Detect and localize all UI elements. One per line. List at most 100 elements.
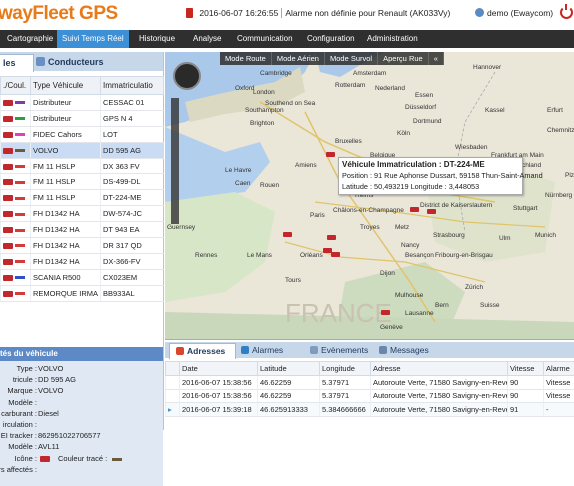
table-row[interactable]: REMORQUE IRMABB933AL (1, 285, 164, 301)
vehicle-info-popup[interactable]: Véhicule Immatriculation : DT-224-ME Pos… (338, 157, 523, 195)
tab-messages[interactable]: Messages (379, 343, 429, 358)
tab-alarms[interactable]: Alarmes (241, 343, 283, 358)
addresses-icon (176, 347, 184, 355)
table-row[interactable]: FH D1342 HADX-366-FV (1, 253, 164, 269)
zoom-slider[interactable] (171, 98, 179, 224)
map-place-label: Zürich (465, 284, 483, 291)
map-place-label: Nürnberg (545, 192, 572, 199)
vehicle-properties-header[interactable]: tés du véhicule (0, 347, 163, 361)
map-place-label: Tours (285, 277, 301, 284)
table-row[interactable]: FH D1342 HADR 317 QD (1, 238, 164, 254)
mode-aerial-button[interactable]: Mode Aérien (272, 52, 325, 65)
col-longitude[interactable]: Longitude (320, 362, 371, 376)
vehicle-type: FIDEC Cahors (31, 126, 101, 142)
navigation-control[interactable] (173, 62, 201, 90)
alarm-notification[interactable]: 2016-06-07 16:26:55Alarme non définie po… (186, 8, 450, 18)
row-marker: ▸ (166, 403, 180, 417)
vehicle-marker[interactable] (326, 152, 335, 157)
tab-drivers[interactable]: Conducteurs (36, 54, 104, 71)
vehicle-marker[interactable] (410, 207, 419, 212)
col-alarm[interactable]: Alarme (544, 362, 574, 376)
table-row[interactable]: 2016-06-07 15:38:5646.622595.37971Autoro… (166, 389, 574, 403)
table-row[interactable]: FIDEC CahorsLOT (1, 126, 164, 142)
table-row[interactable]: FM 11 HSLPDS-499-DL (1, 174, 164, 190)
bottom-tabs: Adresses Alarmes Evènements Messages (165, 342, 574, 358)
street-view-button[interactable]: Aperçu Rue (378, 52, 429, 65)
event-alarm: Vitesse (544, 389, 574, 403)
table-row[interactable]: FH D1342 HADT 943 EA (1, 222, 164, 238)
event-alarm: - (544, 403, 574, 417)
event-addr: Autoroute Verte, 71580 Savigny-en-Reve (371, 376, 508, 390)
truck-icon (3, 227, 13, 233)
color-swatch (15, 244, 25, 247)
vehicle-marker[interactable] (331, 252, 340, 257)
menu-configuration[interactable]: Configuration (302, 30, 360, 48)
property-key: Modèle : (8, 398, 37, 407)
truck-icon (3, 179, 13, 185)
truck-icon (3, 243, 13, 249)
table-row[interactable]: 2016-06-07 15:38:5646.622595.37971Autoro… (166, 376, 574, 390)
popup-position: Position : 91 Rue Aphonse Dussart, 59158… (342, 171, 543, 180)
color-cell (1, 174, 31, 190)
map-place-label: Nancy (401, 242, 419, 249)
menu-administration[interactable]: Administration (362, 30, 423, 48)
table-row[interactable]: FM 11 HSLPDX 363 FV (1, 158, 164, 174)
map-place-label: Kassel (485, 107, 505, 114)
vehicle-marker[interactable] (427, 209, 436, 214)
table-row[interactable]: VOLVODD 595 AG (1, 142, 164, 158)
col-address[interactable]: Adresse (371, 362, 508, 376)
tab-addresses[interactable]: Adresses (169, 343, 236, 359)
user-menu[interactable]: demo (Ewaycom) (475, 8, 553, 18)
color-swatch (15, 149, 25, 152)
property-row: Icône :Couleur tracé : (0, 454, 163, 465)
table-row[interactable]: FM 11 HSLPDT-224-ME (1, 190, 164, 206)
color-swatch (15, 292, 25, 295)
menu-analyse[interactable]: Analyse (188, 30, 226, 48)
tab-vehicles[interactable]: les (0, 54, 34, 72)
col-latitude[interactable]: Latitude (258, 362, 320, 376)
event-alarm: Vitesse (544, 376, 574, 390)
tab-alarms-label: Alarmes (252, 345, 283, 355)
vehicle-plate: DW-574-JC (101, 206, 164, 222)
menu-communication[interactable]: Communication (232, 30, 298, 48)
color-cell (1, 222, 31, 238)
map-place-label: Nederland (375, 85, 405, 92)
table-row[interactable]: SCANIA R500CX023EM (1, 269, 164, 285)
map-place-label: Köln (397, 130, 410, 137)
mode-survol-button[interactable]: Mode Survol (325, 52, 378, 65)
collapse-toolbar-icon[interactable]: « (429, 52, 444, 65)
col-speed[interactable]: Vitesse (508, 362, 544, 376)
col-type[interactable]: Type Véhicule (31, 77, 101, 95)
color-swatch (15, 197, 25, 200)
tab-messages-label: Messages (390, 345, 429, 355)
col-plate[interactable]: Immatriculatio (101, 77, 164, 95)
menu-cartographie[interactable]: Cartographie (2, 30, 58, 48)
menu-historique[interactable]: Historique (134, 30, 180, 48)
color-swatch (15, 101, 25, 104)
color-swatch (15, 181, 25, 184)
table-row[interactable]: FH D1342 HADW-574-JC (1, 206, 164, 222)
vehicle-type: FM 11 HSLP (31, 158, 101, 174)
col-date[interactable]: Date (180, 362, 258, 376)
menu-suivi-temps-reel[interactable]: Suivi Temps Réel (57, 30, 129, 48)
col-color[interactable]: ./Coul. (1, 77, 31, 95)
power-icon[interactable] (560, 6, 573, 19)
table-row[interactable]: DistributeurCESSAC 01 (1, 95, 164, 111)
vehicle-marker[interactable] (327, 235, 336, 240)
table-row[interactable]: ▸2016-06-07 15:39:1846.6259133335.384666… (166, 403, 574, 417)
mode-route-button[interactable]: Mode Route (220, 52, 272, 65)
property-key: Marque : (7, 386, 37, 395)
color-swatch (15, 165, 25, 168)
property-value: VOLVO (38, 386, 63, 395)
tab-events[interactable]: Evènements (310, 343, 368, 358)
map-place-label: Châlons-en-Champagne (333, 207, 404, 214)
color-cell (1, 253, 31, 269)
table-row[interactable]: DistributeurGPS N 4 (1, 110, 164, 126)
vehicle-marker[interactable] (283, 232, 292, 237)
color-cell (1, 238, 31, 254)
vehicle-marker[interactable] (381, 310, 390, 315)
map-place-label: Mulhouse (395, 292, 423, 299)
map-view[interactable]: FRANCE Mode RouteMode AérienMode SurvolA… (165, 52, 574, 339)
property-value: VOLVO (38, 364, 63, 373)
alarm-icon (186, 8, 193, 18)
